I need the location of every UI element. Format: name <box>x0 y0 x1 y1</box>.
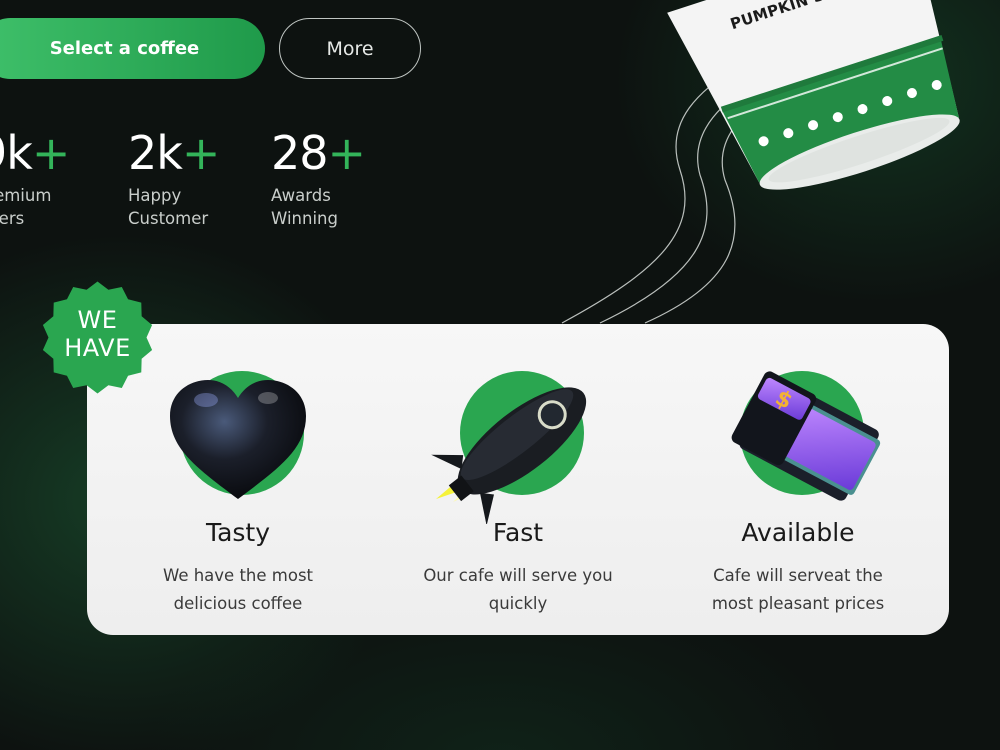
badge-line: WE <box>77 306 118 334</box>
stat-label: Happy Customer <box>128 186 209 228</box>
stat-number: 9k+ <box>0 126 70 180</box>
we-have-badge: WE HAVE <box>40 306 155 362</box>
stat-premium-users: 9k+ PremiumUsers <box>0 126 70 230</box>
stat-awards-winning: 28+ Awards Winning <box>271 126 366 230</box>
feature-description: We have the most delicious coffee <box>162 566 314 613</box>
select-coffee-button[interactable]: Select a coffee <box>0 18 265 79</box>
feature-title: Available <box>741 518 855 547</box>
stat-number: 2k+ <box>128 126 220 180</box>
wallet-icon: $ <box>731 371 881 501</box>
stat-happy-customer: 2k+ Happy Customer <box>128 126 220 230</box>
more-button[interactable]: More <box>279 18 421 79</box>
features-card: Tasty We have the most delicious coffee F… <box>87 324 949 635</box>
feature-description: Cafe will serveat the most pleasant price… <box>711 566 885 613</box>
feature-title: Tasty <box>205 518 271 547</box>
feature-title: Fast <box>492 518 544 547</box>
rocket-icon <box>431 387 587 524</box>
stat-label: PremiumUsers <box>0 186 52 228</box>
feature-description: Our cafe will serve you quickly <box>423 566 613 613</box>
stat-label: Awards Winning <box>271 186 338 228</box>
badge-line: HAVE <box>64 334 131 362</box>
stat-number: 28+ <box>271 126 366 180</box>
